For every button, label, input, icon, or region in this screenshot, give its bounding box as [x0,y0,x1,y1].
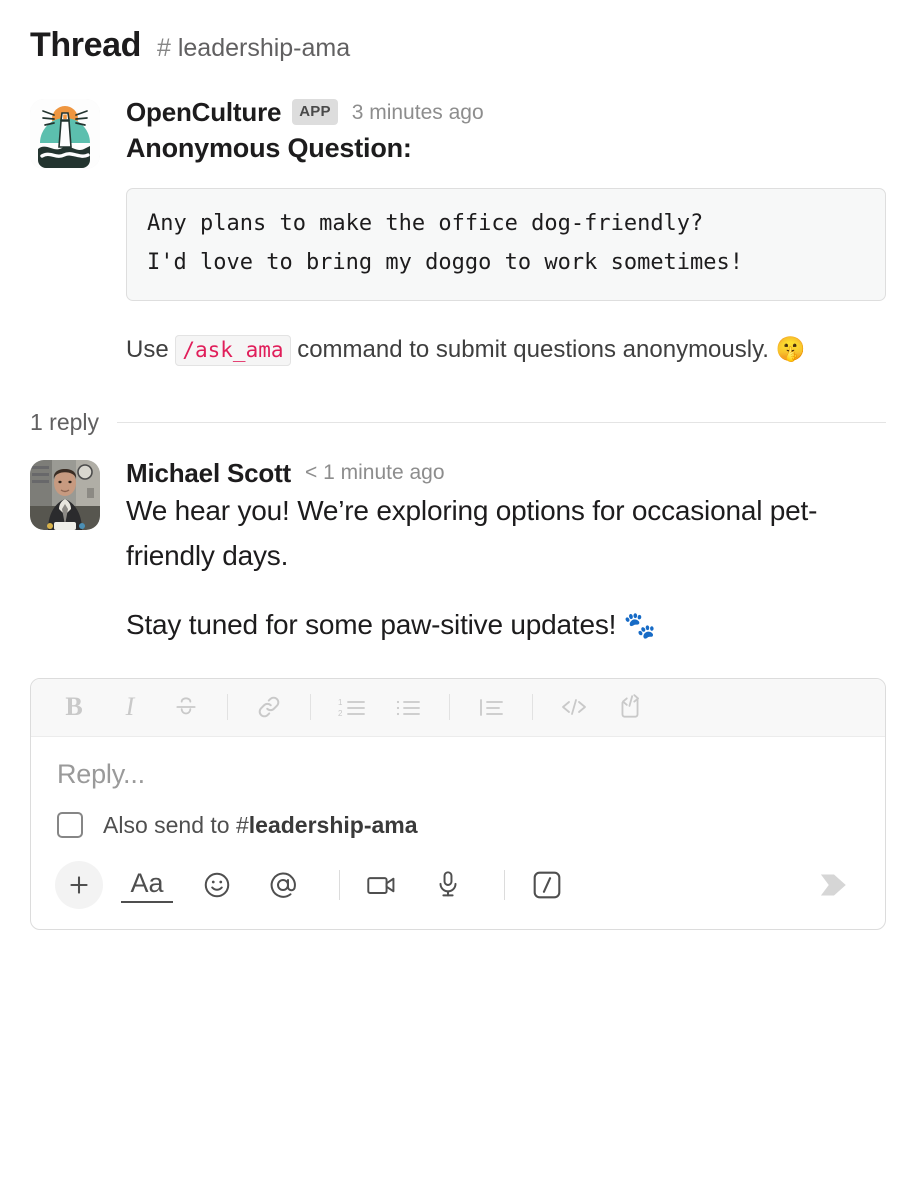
reply-message-body: Michael Scott < 1 minute ago We hear you… [108,460,886,648]
toolbar-separator [310,694,311,721]
reply-input[interactable]: Reply... [31,737,885,794]
mention-icon[interactable] [257,861,309,909]
quoted-question-block: Any plans to make the office dog-friendl… [126,188,886,301]
reply-divider: 1 reply [30,409,886,436]
also-send-text: Also send to [103,811,230,838]
message-header: Michael Scott < 1 minute ago [126,460,886,486]
michael-scott-photo-avatar[interactable] [30,459,100,530]
also-send-checkbox[interactable] [57,812,83,839]
microphone-icon[interactable] [422,861,474,909]
root-message: OpenCulture APP 3 minutes ago Anonymous … [30,75,886,373]
slash-command-icon[interactable] [521,861,573,909]
ordered-list-icon[interactable]: 1 2 [327,686,377,728]
message-header: OpenCulture APP 3 minutes ago [126,99,886,125]
bulleted-list-icon[interactable] [383,686,433,728]
action-separator [339,869,340,900]
reply-paragraph-1: We hear you! We’re exploring options for… [126,494,818,571]
action-separator [504,869,505,900]
message-author[interactable]: OpenCulture [126,99,281,125]
command-hint: Use /ask_ama command to submit questions… [126,327,886,373]
toolbar-separator [532,694,533,721]
composer-action-bar: Aa [31,845,885,929]
toolbar-separator [227,694,228,721]
thread-channel-name[interactable]: # leadership-ama [157,34,350,63]
avatar-container [30,459,108,530]
opencultu-lighthouse-avatar[interactable] [30,99,100,169]
shushing-face-icon: 🤫 [775,336,806,363]
hint-prefix: Use [126,336,169,363]
reply-paragraph-2: Stay tuned for some paw-sitive updates! … [126,602,886,647]
svg-text:2: 2 [338,709,343,718]
formatting-toolbar: B I 1 2 [31,678,885,737]
emoji-icon[interactable] [191,861,243,909]
thread-header: Thread # leadership-ama [30,0,886,75]
code-block-icon[interactable] [605,686,655,728]
divider-line [117,421,886,423]
reply-composer: B I 1 2 Reply... Also send to #leadershi… [30,677,886,930]
message-timestamp[interactable]: 3 minutes ago [352,102,484,123]
avatar-container [30,99,108,169]
send-button[interactable] [807,861,861,909]
reply-timestamp[interactable]: < 1 minute ago [305,462,445,483]
strikethrough-icon[interactable] [161,686,211,728]
hash-icon: # [235,811,249,838]
bold-icon[interactable]: B [49,686,99,728]
code-icon[interactable] [549,686,599,728]
thread-panel: Thread # leadership-ama OpenCulture APP … [0,0,916,930]
paw-prints-icon: 🐾 [623,610,657,641]
hint-suffix: command to submit questions anonymously. [297,336,769,363]
ask-ama-command-code[interactable]: /ask_ama [175,335,291,366]
reply-author[interactable]: Michael Scott [126,460,291,486]
channel-label: leadership-ama [177,34,351,62]
blockquote-icon[interactable] [466,686,516,728]
toolbar-separator [449,694,450,721]
italic-icon[interactable]: I [105,686,155,728]
also-send-row[interactable]: Also send to #leadership-ama [31,794,885,845]
page-title: Thread [30,26,141,64]
attachment-plus-icon[interactable] [55,860,103,909]
reply-message: Michael Scott < 1 minute ago We hear you… [30,436,886,648]
app-badge: APP [292,99,338,125]
reply-paragraph-2-text: Stay tuned for some paw-sitive updates! [126,609,617,641]
video-icon[interactable] [356,861,408,909]
link-icon[interactable] [244,686,294,728]
also-send-channel: leadership-ama [248,811,418,838]
root-message-body: OpenCulture APP 3 minutes ago Anonymous … [108,99,886,373]
formatting-aa-icon[interactable]: Aa [121,867,173,903]
reply-count-label[interactable]: 1 reply [30,409,99,436]
hash-icon: # [156,34,171,62]
also-send-label: Also send to #leadership-ama [103,812,418,839]
svg-text:1: 1 [338,698,343,707]
message-heading: Anonymous Question: [126,133,412,163]
